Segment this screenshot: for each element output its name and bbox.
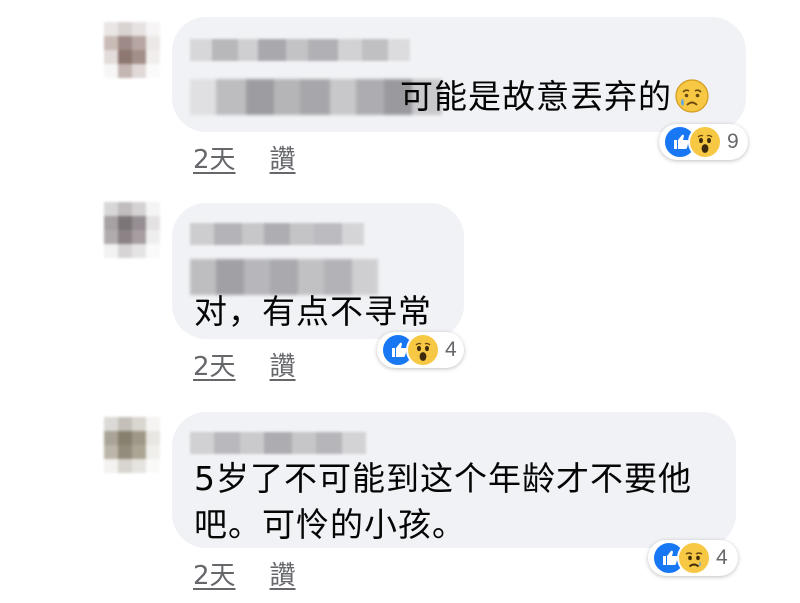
comment-actions: 2天 讚	[193, 139, 296, 176]
avatar[interactable]	[104, 417, 160, 473]
comment-bubble: 可能是故意丟弃的	[172, 17, 746, 132]
author-name-blurred[interactable]	[190, 39, 410, 61]
wow-icon	[406, 333, 440, 367]
reaction-count: 4	[445, 338, 457, 361]
like-button[interactable]: 讚	[270, 139, 296, 176]
reaction-count: 4	[716, 546, 728, 569]
avatar[interactable]	[104, 202, 160, 258]
comment-bubble: 5岁了不可能到这个年龄才不要他 吧。可怜的小孩。	[172, 412, 736, 548]
timestamp-link[interactable]: 2天	[193, 139, 236, 176]
reaction-summary[interactable]: 4	[377, 332, 464, 368]
timestamp-link[interactable]: 2天	[193, 555, 236, 592]
sad-icon	[677, 541, 711, 575]
reaction-summary[interactable]: 4	[648, 540, 738, 576]
crying-face-icon	[674, 78, 710, 114]
comment-text-line: 可能是故意丟弃的	[400, 77, 672, 116]
reaction-count: 9	[727, 130, 739, 153]
comment-text-line: 对，有点不寻常	[194, 292, 432, 331]
author-name-blurred[interactable]	[190, 223, 364, 245]
wow-icon	[688, 125, 722, 159]
comment-text: 可能是故意丟弃的	[400, 74, 710, 120]
comment-text: 对，有点不寻常	[194, 289, 432, 335]
comment-text: 5岁了不可能到这个年龄才不要他 吧。可怜的小孩。	[194, 456, 692, 548]
comment-actions: 2天 讚	[193, 555, 296, 592]
like-button[interactable]: 讚	[270, 555, 296, 592]
reaction-summary[interactable]: 9	[659, 124, 748, 160]
comment-text-line: 吧。可怜的小孩。	[194, 505, 466, 544]
avatar[interactable]	[104, 22, 160, 78]
timestamp-link[interactable]: 2天	[193, 346, 236, 383]
author-name-blurred[interactable]	[190, 432, 366, 454]
comment-text-line: 5岁了不可能到这个年龄才不要他	[194, 459, 692, 498]
like-button[interactable]: 讚	[270, 346, 296, 383]
comment-bubble: 对，有点不寻常	[172, 203, 464, 339]
comment-actions: 2天 讚	[193, 346, 296, 383]
